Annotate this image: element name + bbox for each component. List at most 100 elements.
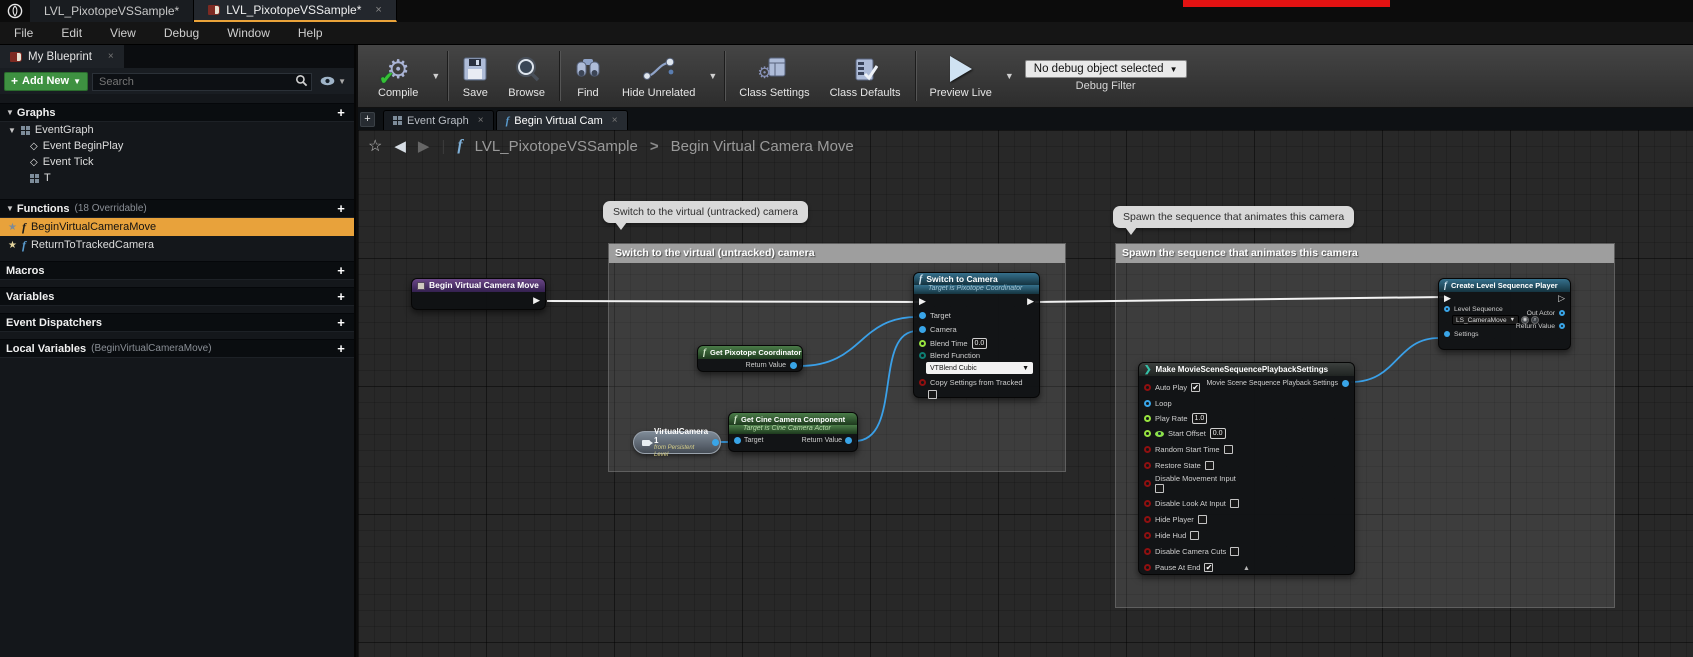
expander-icon[interactable]: ▼	[6, 204, 14, 213]
preview-live-button[interactable]: Preview Live	[920, 47, 1002, 105]
asset-tab-level[interactable]: LVL_PixotopeVSSample*	[30, 0, 194, 22]
hide-hud-pin[interactable]	[1144, 532, 1151, 539]
compile-options-chevron-icon[interactable]: ▼	[428, 71, 443, 81]
exec-out-pin[interactable]: ▶	[533, 295, 540, 305]
copy-settings-checkbox[interactable]	[928, 390, 937, 399]
disable-look-at-input-pin[interactable]	[1144, 500, 1151, 507]
hide-unrelated-options-chevron-icon[interactable]: ▼	[705, 71, 720, 81]
asset-tab-blueprint-active[interactable]: LVL_PixotopeVSSample* ×	[194, 0, 397, 22]
copy-settings-pin[interactable]	[919, 379, 926, 386]
sidebar-item-event-tick[interactable]: ◇ Event Tick	[0, 154, 354, 170]
return-value-pin[interactable]	[790, 362, 797, 369]
add-event-dispatcher-button[interactable]: +	[334, 315, 348, 330]
target-pin[interactable]	[734, 437, 741, 444]
play-rate-pin[interactable]	[1144, 415, 1151, 422]
menu-window[interactable]: Window	[213, 22, 284, 45]
node-begin-virtual-camera-move[interactable]: Begin Virtual Camera Move ▶	[411, 278, 546, 310]
loop-pin[interactable]	[1144, 400, 1151, 407]
start-offset-input[interactable]: 0.0	[1210, 428, 1226, 439]
settings-pin[interactable]	[1444, 331, 1450, 337]
search-input[interactable]	[92, 73, 312, 91]
node-make-playback-settings[interactable]: ❯ Make MovieSceneSequencePlaybackSetting…	[1138, 362, 1355, 575]
tab-close-icon[interactable]: ×	[375, 4, 381, 16]
compile-button[interactable]: ⚙ ✔ Compile	[368, 47, 428, 105]
pause-at-end-checkbox[interactable]: ✔	[1204, 563, 1213, 572]
node-virtualcamera-reference[interactable]: VirtualCamera 1 from Persistent Level	[633, 431, 721, 454]
blend-time-input[interactable]: 0.0	[972, 338, 988, 349]
camera-pin[interactable]	[919, 326, 926, 333]
menu-file[interactable]: File	[0, 22, 47, 45]
add-local-variable-button[interactable]: +	[334, 341, 348, 356]
blend-time-pin[interactable]	[919, 340, 926, 347]
random-start-time-pin[interactable]	[1144, 446, 1151, 453]
tab-close-icon[interactable]: ×	[478, 115, 484, 126]
new-graph-tab-button[interactable]: +	[360, 112, 375, 127]
out-actor-pin[interactable]	[1559, 310, 1565, 316]
tab-close-icon[interactable]: ×	[612, 115, 618, 126]
add-graph-button[interactable]: +	[334, 105, 348, 120]
node-get-cine-camera-component[interactable]: f Get Cine Camera Component Target is Ci…	[728, 412, 858, 452]
sidebar-item-beginvirtualcameramove[interactable]: ★ f BeginVirtualCameraMove	[0, 218, 354, 236]
find-button[interactable]: Find	[564, 47, 612, 105]
sidebar-item-t-node[interactable]: T	[0, 170, 354, 186]
debug-object-dropdown[interactable]: No debug object selected ▼	[1025, 60, 1187, 78]
return-value-pin[interactable]	[1559, 323, 1565, 329]
hide-player-pin[interactable]	[1144, 516, 1151, 523]
restore-state-checkbox[interactable]	[1205, 461, 1214, 470]
play-rate-input[interactable]: 1.0	[1192, 413, 1208, 424]
pause-at-end-pin[interactable]	[1144, 564, 1151, 571]
level-sequence-asset-dropdown[interactable]: LS_CameraMove ▼	[1452, 315, 1519, 325]
add-macro-button[interactable]: +	[334, 263, 348, 278]
node-switch-to-camera[interactable]: f Switch to Camera Target is Pixotope Co…	[913, 272, 1040, 398]
visibility-filter-button[interactable]: ▼	[316, 76, 350, 86]
exec-out-pin[interactable]: ▶	[1027, 296, 1034, 306]
expander-icon[interactable]: ▼	[8, 126, 16, 135]
forward-arrow-icon[interactable]: ▶	[418, 137, 430, 155]
disable-look-at-input-checkbox[interactable]	[1230, 499, 1239, 508]
hide-hud-checkbox[interactable]	[1190, 531, 1199, 540]
target-pin[interactable]	[919, 312, 926, 319]
auto-play-pin[interactable]	[1144, 384, 1151, 391]
level-sequence-pin[interactable]	[1444, 306, 1450, 312]
menu-help[interactable]: Help	[284, 22, 337, 45]
expander-icon[interactable]: ▼	[6, 108, 14, 117]
return-value-pin[interactable]	[845, 437, 852, 444]
auto-play-checkbox[interactable]: ✔	[1191, 383, 1200, 392]
tab-event-graph[interactable]: Event Graph ×	[383, 110, 494, 130]
disable-movement-input-checkbox[interactable]	[1155, 484, 1164, 493]
favorite-star-icon[interactable]: ☆	[368, 136, 382, 156]
functions-section-header[interactable]: ▼ Functions (18 Overridable) +	[0, 199, 354, 218]
actor-out-pin[interactable]	[712, 439, 719, 446]
add-variable-button[interactable]: +	[334, 289, 348, 304]
sidebar-item-returntotrackedcamera[interactable]: ★ f ReturnToTrackedCamera	[0, 236, 354, 254]
blend-function-pin[interactable]	[919, 352, 926, 359]
local-variables-section-header[interactable]: Local Variables (BeginVirtualCameraMove)…	[0, 339, 354, 358]
menu-debug[interactable]: Debug	[150, 22, 213, 45]
disable-camera-cuts-checkbox[interactable]	[1230, 547, 1239, 556]
restore-state-pin[interactable]	[1144, 462, 1151, 469]
variables-section-header[interactable]: Variables +	[0, 287, 354, 306]
unreal-logo-icon[interactable]	[0, 0, 30, 22]
start-offset-pin[interactable]	[1144, 430, 1151, 437]
blend-function-dropdown[interactable]: VTBlend Cubic ▼	[926, 362, 1033, 374]
breadcrumb-root[interactable]: LVL_PixotopeVSSample	[475, 138, 638, 155]
browse-button[interactable]: Browse	[498, 47, 555, 105]
macros-section-header[interactable]: Macros +	[0, 261, 354, 280]
event-dispatchers-section-header[interactable]: Event Dispatchers +	[0, 313, 354, 332]
preview-live-options-chevron-icon[interactable]: ▼	[1002, 71, 1017, 81]
favorite-star-icon[interactable]: ★	[8, 222, 17, 233]
disable-movement-input-pin[interactable]	[1144, 480, 1151, 487]
hide-unrelated-button[interactable]: Hide Unrelated	[612, 47, 705, 105]
random-start-time-checkbox[interactable]	[1224, 445, 1233, 454]
tab-begin-virtual-camera[interactable]: f Begin Virtual Cam ×	[496, 110, 628, 130]
save-button[interactable]: Save	[452, 47, 498, 105]
node-get-pixotope-coordinator[interactable]: f Get Pixotope Coordinator Return Value	[697, 345, 803, 372]
exec-in-pin[interactable]: ▶	[1444, 293, 1451, 303]
tab-close-icon[interactable]: ×	[108, 51, 114, 62]
back-arrow-icon[interactable]: ◀	[394, 137, 406, 155]
hide-player-checkbox[interactable]	[1198, 515, 1207, 524]
collapse-arrow-icon[interactable]: ▲	[1243, 565, 1250, 572]
graph-canvas[interactable]: ☆ ◀ ▶ | f LVL_PixotopeVSSample > Begin V…	[358, 130, 1693, 657]
exec-in-pin[interactable]: ▶	[919, 296, 926, 306]
disable-camera-cuts-pin[interactable]	[1144, 548, 1151, 555]
